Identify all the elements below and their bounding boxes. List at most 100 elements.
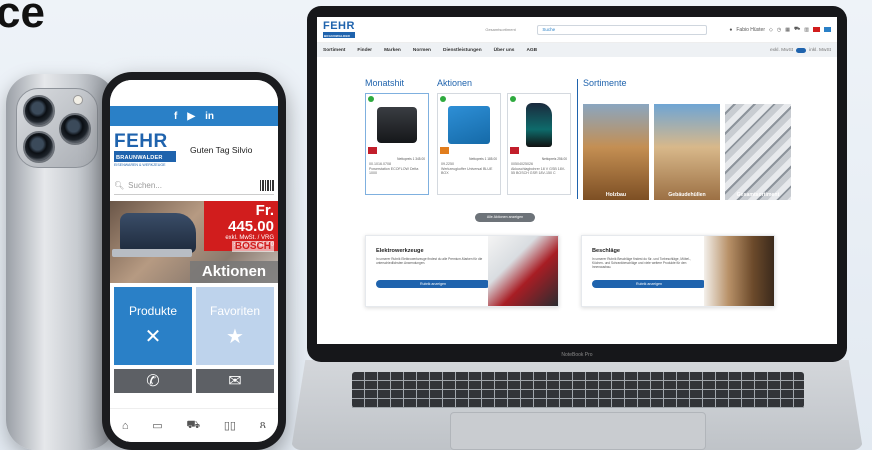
section-monatshit: Monatshit	[365, 78, 405, 88]
laptop-keyboard	[352, 372, 804, 408]
promo-banner[interactable]: Fr. 445.00 exkl. MwSt. / VRG statt Fr. 6…	[110, 201, 278, 283]
toolbox-image	[448, 106, 490, 144]
banner-description: In unserer Rubrik Elektrowerkzeuge finde…	[376, 257, 483, 265]
cart-icon[interactable]: ⛟	[794, 26, 800, 33]
in-stock-icon	[368, 96, 374, 102]
products-label: Produkte	[128, 303, 178, 318]
phone-back-illustration	[6, 74, 116, 450]
product-card[interactable]: Nettopreis 256.00 00504025026 Akkuschlag…	[507, 93, 571, 195]
product-image	[508, 94, 570, 156]
favorites-label: Favoriten	[209, 303, 261, 318]
phone-status-area	[110, 80, 278, 106]
assortment-tile-gebaeudehuellen[interactable]: Gebäudehüllen	[654, 104, 720, 200]
section-aktionen: Aktionen	[437, 78, 473, 88]
bottom-nav: ⌂ ▭ ⛟ ▯▯ ጸ	[110, 408, 278, 442]
site-logo[interactable]: FEHR BRAUNWALDER	[323, 21, 355, 38]
user-name[interactable]: Fabio Hüster	[736, 27, 765, 33]
products-tile[interactable]: Produkte ✕	[114, 287, 192, 365]
social-bar: f ▶ in	[110, 106, 278, 126]
tag-icon[interactable]: ◇	[769, 27, 773, 33]
nav-item-marken[interactable]: Marken	[384, 48, 401, 53]
facebook-icon[interactable]: f	[174, 111, 177, 122]
powerstation-image	[377, 107, 417, 143]
nav-item-finder[interactable]: Finder	[357, 48, 372, 53]
product-image	[438, 94, 500, 156]
promo-brand: BOSCH	[231, 241, 274, 252]
language-flag-icon[interactable]	[813, 27, 820, 32]
banner-button[interactable]: Rubrik anzeigen	[376, 280, 490, 288]
call-button[interactable]: ✆	[114, 369, 192, 393]
header-icons: ● Fabio Hüster ◇ ◷ ▦ ⛟ ▥	[729, 26, 831, 33]
nav-item-ueber-uns[interactable]: Über uns	[494, 48, 515, 53]
vat-inkl-label: inkl. MwSt	[809, 47, 831, 53]
site-search-input[interactable]: Suche	[537, 24, 708, 35]
product-title: Powerstation ECOFLOW Delta 1000	[369, 166, 419, 176]
product-card[interactable]: Nettopreis 1 345.00 00.1016.0708 Powerst…	[365, 93, 429, 195]
nav-item-dienstleistungen[interactable]: Dienstleistungen	[443, 48, 482, 53]
mail-icon: ✉	[228, 373, 242, 390]
assortment-select[interactable]: Gesamtsortiment	[485, 27, 529, 32]
book-icon[interactable]: ▯▯	[224, 419, 236, 432]
assortment-tile-gesamtsortiment[interactable]: Gesamtsortiment	[725, 104, 791, 200]
phone-screen: f ▶ in FEHR BRAUNWALDER EISENWAREN & WER…	[110, 80, 278, 442]
main-nav: Sortiment Finder Marken Normen Dienstlei…	[317, 43, 837, 57]
sale-badge	[510, 147, 519, 154]
barcode-icon[interactable]	[260, 180, 274, 191]
site-logo-sub: BRAUNWALDER	[323, 34, 355, 38]
in-stock-icon	[510, 96, 516, 102]
in-stock-icon	[440, 96, 446, 102]
youtube-icon[interactable]: ▶	[187, 111, 195, 122]
search-input[interactable]: 🔍︎ Suchen...	[114, 177, 274, 195]
chart-icon[interactable]: ▥	[804, 27, 809, 33]
favorites-tile[interactable]: Favoriten ★	[196, 287, 274, 365]
catalog-icon[interactable]: ▭	[152, 419, 162, 432]
camera-module	[16, 88, 98, 168]
show-all-actions-button[interactable]: Alle Aktionen anzeigen	[475, 213, 535, 222]
web-shop-screen: FEHR BRAUNWALDER Gesamtsortiment Suche ●…	[317, 17, 837, 344]
user-icon[interactable]: ጸ	[260, 419, 266, 432]
linkedin-icon[interactable]: in	[205, 111, 214, 122]
logo-tagline: EISENWAREN & WERKZEUGE	[114, 163, 166, 167]
laptop-screen-frame: FEHR BRAUNWALDER Gesamtsortiment Suche ●…	[307, 6, 847, 362]
language-flag-icon[interactable]	[824, 27, 831, 32]
category-banner-beschlaege[interactable]: Beschläge In unserer Rubrik Beschläge fi…	[581, 235, 775, 307]
phone-icon: ✆	[146, 373, 160, 390]
promo-price: Fr. 445.00	[228, 202, 274, 235]
nav-item-sortiment[interactable]: Sortiment	[323, 48, 345, 53]
star-icon: ★	[226, 325, 244, 348]
site-logo-word: FEHR	[323, 20, 355, 34]
banner-image	[704, 236, 774, 306]
search-placeholder: Suchen...	[128, 181, 162, 190]
page-heading-fragment: ce	[0, 0, 45, 37]
logo-word: FEHR	[114, 132, 176, 154]
cart-icon[interactable]: ⛟	[186, 419, 200, 433]
vat-toggle-switch[interactable]	[796, 47, 807, 53]
phone-device: f ▶ in FEHR BRAUNWALDER EISENWAREN & WER…	[102, 72, 286, 450]
site-header: FEHR BRAUNWALDER Gesamtsortiment Suche ●…	[317, 17, 837, 43]
camera-lens-icon	[23, 95, 55, 127]
user-icon[interactable]: ●	[729, 27, 732, 33]
assortment-label: Gebäudehüllen	[668, 192, 706, 198]
nav-item-agb[interactable]: AGB	[526, 48, 537, 53]
home-icon[interactable]: ⌂	[122, 420, 129, 432]
product-title: Werkzeugkoffer Universal BLUE BOX	[441, 166, 493, 176]
laptop-brand-label: NoteBook Pro	[561, 352, 593, 358]
tile-grid: Produkte ✕ Favoriten ★ ✆ ✉	[110, 283, 278, 393]
search-icon: 🔍︎	[114, 181, 125, 190]
greeting: Guten Tag Silvio	[190, 144, 253, 155]
section-sortimente: Sortimente	[583, 78, 627, 88]
camera-lens-icon	[23, 131, 55, 163]
banner-description: In unserer Rubrik Beschläge findest du f…	[592, 257, 691, 269]
section-divider	[577, 79, 578, 199]
promo-product-image	[120, 213, 196, 253]
category-banner-elektrowerkzeuge[interactable]: Elektrowerkzeuge In unserer Rubrik Elekt…	[365, 235, 559, 307]
assortment-tile-holzbau[interactable]: Holzbau	[583, 104, 649, 200]
grid-icon[interactable]: ▦	[785, 27, 790, 33]
banner-button[interactable]: Rubrik anzeigen	[592, 280, 706, 288]
product-card[interactable]: Nettopreis 1 185.00 09.2250 Werkzeugkoff…	[437, 93, 501, 195]
history-icon[interactable]: ◷	[777, 27, 781, 33]
nav-item-normen[interactable]: Normen	[413, 48, 431, 53]
logo[interactable]: FEHR BRAUNWALDER EISENWAREN & WERKZEUGE	[114, 132, 176, 167]
vat-toggle[interactable]: exkl. MwSt inkl. MwSt	[770, 47, 831, 53]
mail-button[interactable]: ✉	[196, 369, 274, 393]
